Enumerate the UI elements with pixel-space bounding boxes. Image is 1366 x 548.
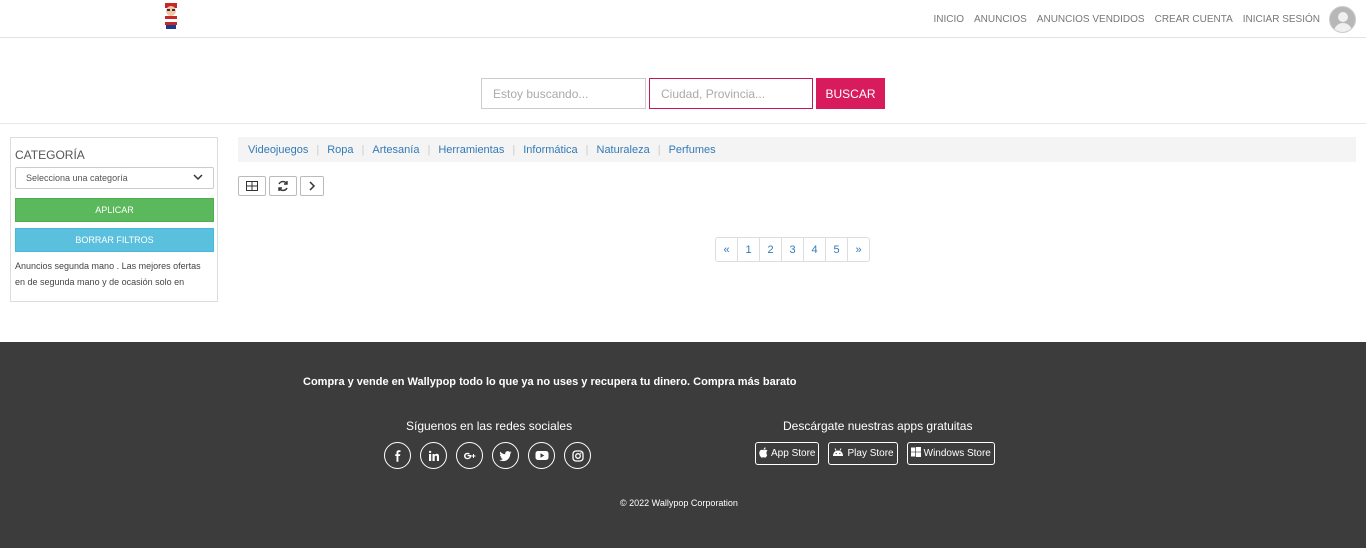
category-select-value: Selecciona una categoría [26,173,128,183]
separator: | [585,143,589,156]
view-toolbar [238,176,327,196]
footer-tagline: Compra y vende en Wallypop todo lo que y… [303,376,797,388]
instagram-icon[interactable] [564,442,591,469]
search-input[interactable] [481,78,646,109]
search-button[interactable]: BUSCAR [816,78,885,109]
pagination: « 1 2 3 4 5 » [715,237,870,262]
avatar-body [1334,22,1352,32]
nav-anuncios[interactable]: ANUNCIOS [974,14,1027,25]
separator: | [657,143,661,156]
separator: | [512,143,516,156]
facebook-icon[interactable] [384,442,411,469]
play-store-button[interactable]: Play Store [828,442,898,465]
filter-sidebar: CATEGORÍA Selecciona una categoría APLIC… [10,137,218,302]
chevron-down-icon [193,173,203,184]
next-button[interactable] [300,176,324,196]
avatar[interactable] [1329,5,1356,33]
google-plus-icon[interactable] [456,442,483,469]
pagination-page-1[interactable]: 1 [737,237,760,262]
category-link-herramientas[interactable]: Herramientas [438,144,504,156]
category-link-ropa[interactable]: Ropa [327,144,353,156]
pagination-page-3[interactable]: 3 [781,237,804,262]
category-bar: Videojuegos | Ropa | Artesanía | Herrami… [238,137,1356,162]
logo[interactable] [160,2,182,30]
pagination-next[interactable]: » [847,237,870,262]
social-title: Síguenos en las redes sociales [406,419,573,433]
main-nav: INICIO ANUNCIOS ANUNCIOS VENDIDOS CREAR … [923,5,1356,33]
chevron-right-icon [309,181,316,191]
separator: | [427,143,431,156]
category-link-videojuegos[interactable]: Videojuegos [248,144,308,156]
social-links [384,442,600,469]
refresh-button[interactable] [269,176,297,196]
copyright: © 2022 Wallypop Corporation [620,498,738,508]
apps-title: Descárgate nuestras apps gratuitas [783,419,973,433]
category-link-artesania[interactable]: Artesanía [372,144,419,156]
pagination-page-5[interactable]: 5 [825,237,848,262]
refresh-icon [278,180,288,192]
linkedin-icon[interactable] [420,442,447,469]
apple-icon [759,446,768,461]
category-select[interactable]: Selecciona una categoría [15,167,214,189]
nav-crear-cuenta[interactable]: CREAR CUENTA [1155,14,1233,25]
separator: | [316,143,320,156]
sidebar-title: CATEGORÍA [15,148,85,162]
windows-store-label: Windows Store [923,448,991,459]
footer: Compra y vende en Wallypop todo lo que y… [0,342,1366,548]
category-link-perfumes[interactable]: Perfumes [669,144,716,156]
search-area: BUSCAR [0,38,1366,124]
pagination-page-2[interactable]: 2 [759,237,782,262]
sidebar-description: Anuncios segunda mano . Las mejores ofer… [15,261,201,287]
pagination-page-4[interactable]: 4 [803,237,826,262]
windows-store-button[interactable]: Windows Store [906,442,995,465]
windows-icon [910,447,921,460]
app-store-button[interactable]: App Store [755,442,820,465]
nav-inicio[interactable]: INICIO [933,14,964,25]
avatar-head [1338,11,1348,22]
nav-anuncios-vendidos[interactable]: ANUNCIOS VENDIDOS [1037,14,1145,25]
play-store-label: Play Store [847,448,894,459]
category-link-naturaleza[interactable]: Naturaleza [597,144,650,156]
top-navbar: INICIO ANUNCIOS ANUNCIOS VENDIDOS CREAR … [0,0,1366,38]
app-store-label: App Store [771,448,816,459]
location-input[interactable] [649,78,813,109]
nav-iniciar-sesion[interactable]: INICIAR SESIÓN [1243,14,1320,25]
grid-icon [246,181,258,191]
twitter-icon[interactable] [492,442,519,469]
category-link-informatica[interactable]: Informática [523,144,577,156]
app-store-links: App Store Play Store Windows Store [755,442,1004,465]
android-icon [832,447,844,460]
youtube-icon[interactable] [528,442,555,469]
apply-button[interactable]: APLICAR [15,198,214,222]
clear-filters-button[interactable]: BORRAR FILTROS [15,228,214,252]
grid-view-button[interactable] [238,176,266,196]
pagination-prev[interactable]: « [715,237,738,262]
separator: | [361,143,365,156]
